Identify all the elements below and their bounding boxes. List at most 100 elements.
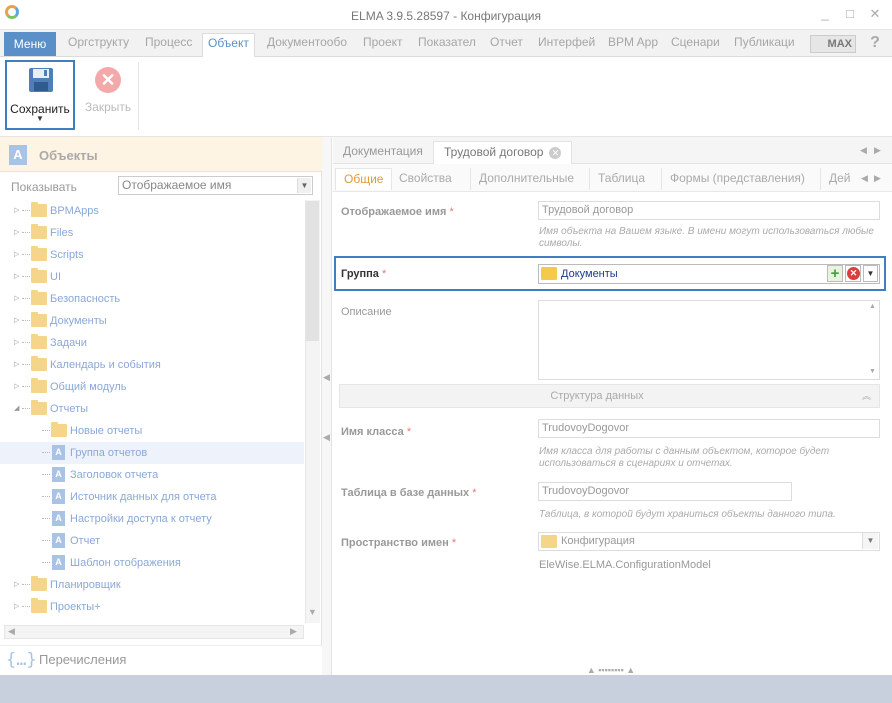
chevron-down-icon[interactable]: ▼ xyxy=(297,178,311,193)
prop-tab-prev-icon[interactable]: ◀ xyxy=(861,173,868,184)
tab-table[interactable]: Таблица xyxy=(589,168,653,190)
display-name-input[interactable]: Трудовой договор xyxy=(538,201,880,220)
tree-item-label: Отчет xyxy=(70,535,101,547)
tree-expand-icon[interactable]: ▷ xyxy=(14,574,24,596)
tree-item[interactable]: A Группа отчетов xyxy=(0,442,304,464)
ribbon-tab-report[interactable]: Отчет xyxy=(488,33,525,53)
group-dropdown-icon[interactable]: ▼ xyxy=(863,265,878,282)
tab-general[interactable]: Общие xyxy=(335,168,393,190)
show-mode-select[interactable]: Отображаемое имя ▼ xyxy=(118,176,313,195)
ribbon-tab-object[interactable]: Объект xyxy=(202,33,255,57)
tree-expand-icon[interactable]: ▷ xyxy=(14,288,24,310)
tree-connector xyxy=(22,342,30,343)
tree-expand-icon[interactable]: ▷ xyxy=(14,310,24,332)
bottom-splitter-grip[interactable]: ▲ ▪▪▪▪▪▪▪▪ ▲ xyxy=(576,665,646,675)
tree-item[interactable]: ▷ Календарь и события xyxy=(0,354,304,376)
tree-item-label: Планировщик xyxy=(50,579,121,591)
tree-item[interactable]: A Заголовок отчета xyxy=(0,464,304,486)
tab-documentation[interactable]: Документация xyxy=(333,141,433,164)
tree-connector xyxy=(22,298,30,299)
tree-connector xyxy=(22,386,30,387)
tree-horizontal-scrollbar[interactable] xyxy=(4,625,304,639)
tree-expand-icon[interactable]: ◢ xyxy=(14,398,24,420)
tree-expand-icon[interactable]: ▷ xyxy=(14,596,24,618)
tree-item[interactable]: A Источник данных для отчета xyxy=(0,486,304,508)
tree-connector xyxy=(42,452,50,453)
ribbon-tab-process[interactable]: Процесс xyxy=(143,33,194,53)
tree-item-label: Проекты+ xyxy=(50,601,101,613)
maximize-icon[interactable]: □ xyxy=(842,6,858,22)
ribbon-tab-documents[interactable]: Документообо xyxy=(265,33,349,53)
tree-item[interactable]: ▷ UI xyxy=(0,266,304,288)
tree-item[interactable]: A Шаблон отображения xyxy=(0,552,304,574)
tree-expand-icon[interactable]: ▷ xyxy=(14,244,24,266)
close-doc-icon: ✕ xyxy=(95,67,121,93)
tab-forms[interactable]: Формы (представления) xyxy=(661,168,813,190)
db-table-label: Таблица в базе данных * xyxy=(341,487,477,499)
tree-item[interactable]: ▷ Задачи xyxy=(0,332,304,354)
folder-icon xyxy=(31,290,47,305)
minimize-icon[interactable]: _ xyxy=(817,6,833,22)
tree-item[interactable]: ▷ Files xyxy=(0,222,304,244)
scroll-down-icon[interactable]: ▼ xyxy=(308,607,317,617)
tree-expand-icon[interactable]: ▷ xyxy=(14,332,24,354)
ribbon-tab-orgstructure[interactable]: Оргструкту xyxy=(66,33,131,53)
tab-close-icon[interactable]: ✕ xyxy=(549,147,562,159)
add-group-button[interactable]: + xyxy=(827,265,843,282)
tree-item[interactable]: ▷ Проекты+ xyxy=(0,596,304,618)
menu-button[interactable]: Меню xyxy=(4,32,56,56)
prop-tab-next-icon[interactable]: ▶ xyxy=(874,173,881,184)
tab-next-icon[interactable]: ▶ xyxy=(874,145,881,156)
desc-scroll-down-icon[interactable]: ▼ xyxy=(869,368,876,375)
scroll-right-icon[interactable]: ▶ xyxy=(290,626,297,637)
max-toggle[interactable]: MAX xyxy=(810,35,856,53)
tree-item[interactable]: A Отчет xyxy=(0,530,304,552)
ribbon-tab-scenarios[interactable]: Сценари xyxy=(669,33,722,53)
ribbon-tab-bpm-app[interactable]: BPM App xyxy=(606,33,660,53)
tree-expand-icon[interactable]: ▷ xyxy=(14,376,24,398)
ribbon-tab-publications[interactable]: Публикаци xyxy=(732,33,797,53)
tab-properties[interactable]: Свойства xyxy=(391,168,460,190)
save-button[interactable]: Сохранить ▼ xyxy=(5,60,75,130)
class-name-input[interactable]: TrudovoyDogovor xyxy=(538,419,880,438)
description-textarea[interactable] xyxy=(538,300,880,380)
tree-item[interactable]: ▷ BPMApps xyxy=(0,200,304,222)
ribbon-tab-indicator[interactable]: Показател xyxy=(416,33,478,53)
collapse-up-icon[interactable]: ︽ xyxy=(862,389,871,402)
tree-item[interactable]: ◢ Отчеты xyxy=(0,398,304,420)
remove-group-button[interactable]: ✕ xyxy=(845,265,861,282)
collapse-left-icon-2[interactable]: ◀ xyxy=(323,432,330,443)
enumerations-label[interactable]: Перечисления xyxy=(39,652,126,667)
tree-expand-icon[interactable]: ▷ xyxy=(14,222,24,244)
desc-scroll-up-icon[interactable]: ▲ xyxy=(869,303,876,310)
close-button[interactable]: Закрыть xyxy=(78,100,138,114)
scroll-left-icon[interactable]: ◀ xyxy=(8,626,15,637)
namespace-dropdown-icon[interactable]: ▼ xyxy=(862,533,878,549)
tree-expand-icon[interactable]: ▷ xyxy=(14,200,24,222)
close-window-icon[interactable]: ✕ xyxy=(867,6,883,22)
tab-actions[interactable]: Дей xyxy=(820,168,851,190)
tree-item[interactable]: ▷ Безопасность xyxy=(0,288,304,310)
tree-item[interactable]: ▷ Общий модуль xyxy=(0,376,304,398)
tree-expand-icon[interactable]: ▷ xyxy=(14,354,24,376)
panel-splitter[interactable] xyxy=(322,137,332,675)
save-dropdown-icon[interactable]: ▼ xyxy=(7,114,73,123)
tree-connector xyxy=(42,496,50,497)
namespace-label: Пространство имен * xyxy=(341,537,457,549)
tree-expand-icon[interactable]: ▷ xyxy=(14,266,24,288)
tab-additional[interactable]: Дополнительные xyxy=(470,168,582,190)
ribbon-tab-interface[interactable]: Интерфей xyxy=(536,33,597,53)
tab-prev-icon[interactable]: ◀ xyxy=(860,145,867,156)
tab-labor-contract[interactable]: Трудовой договор ✕ xyxy=(433,141,573,164)
tree-scroll-thumb[interactable] xyxy=(306,201,319,341)
collapse-left-icon[interactable]: ◀ xyxy=(323,372,330,383)
tree-item[interactable]: ▷ Scripts xyxy=(0,244,304,266)
help-icon[interactable]: ? xyxy=(864,32,886,54)
namespace-select[interactable]: Конфигурация xyxy=(538,532,880,551)
db-table-input[interactable]: TrudovoyDogovor xyxy=(538,482,792,501)
ribbon-tab-project[interactable]: Проект xyxy=(361,33,405,53)
tree-item[interactable]: ▷ Документы xyxy=(0,310,304,332)
tree-item[interactable]: ▷ Планировщик xyxy=(0,574,304,596)
tree-item[interactable]: Новые отчеты xyxy=(0,420,304,442)
tree-item[interactable]: A Настройки доступа к отчету xyxy=(0,508,304,530)
